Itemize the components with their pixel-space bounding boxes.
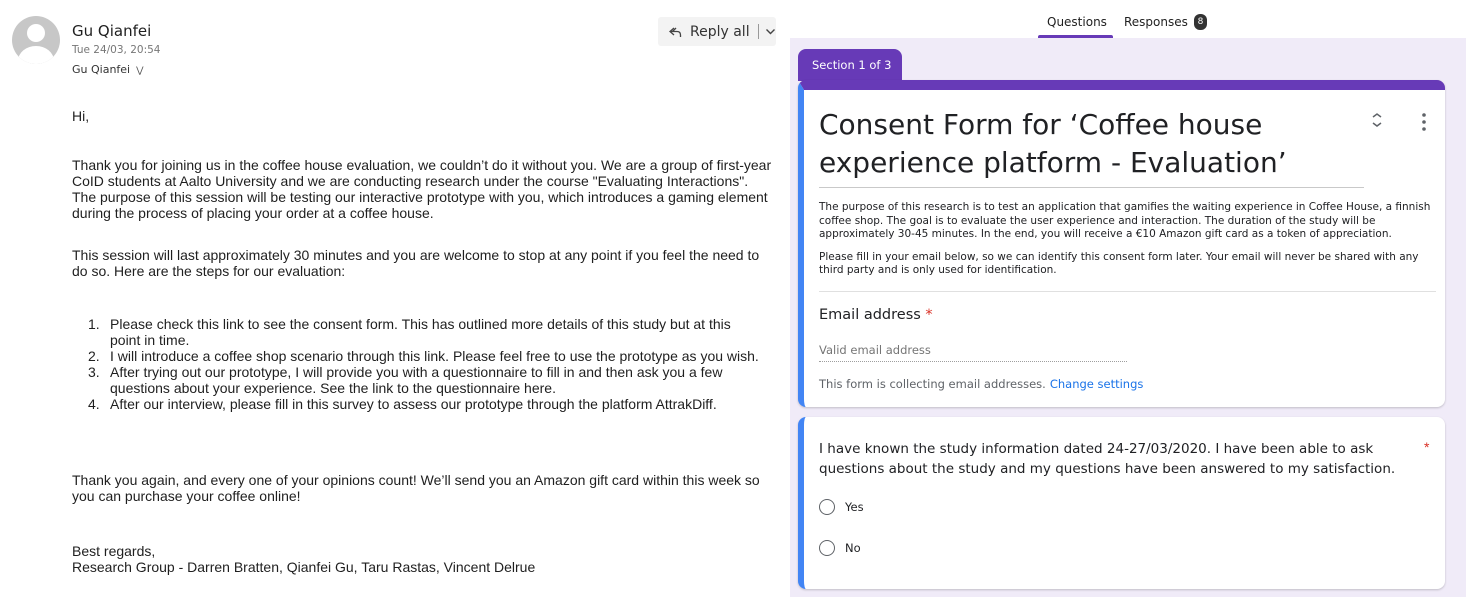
form-header-card[interactable]: Consent Form for ‘Coffee house experienc… (798, 80, 1445, 407)
description-purpose: The purpose of this research is to test … (819, 201, 1431, 240)
question-title[interactable]: I have known the study information dated… (819, 439, 1399, 479)
radio-button[interactable] (819, 499, 835, 515)
question-card[interactable]: I have known the study information dated… (798, 417, 1445, 589)
form-title[interactable]: Consent Form for ‘Coffee house experienc… (819, 106, 1359, 182)
required-mark: * (925, 307, 933, 323)
email-field-label: Email address * (819, 307, 933, 323)
thanks-paragraph: Thank you again, and every one of your o… (72, 472, 760, 504)
option-label: Yes (845, 500, 864, 514)
sent-date: Tue 24/03, 20:54 (72, 44, 161, 56)
option-label: No (845, 541, 861, 555)
greeting: Hi, (72, 108, 90, 124)
email-pane: Gu Qianfei Tue 24/03, 20:54 Gu Qianfei ⋁ … (0, 0, 790, 597)
more-options-icon[interactable] (1421, 112, 1427, 132)
avatar-head (27, 24, 45, 42)
form-description[interactable]: The purpose of this research is to test … (819, 201, 1439, 278)
sender-name[interactable]: Gu Qianfei (72, 22, 151, 40)
list-item: 4. After our interview, please fill in th… (88, 396, 717, 412)
collecting-emails-note: This form is collecting email addresses.… (819, 377, 1144, 391)
signature: Research Group - Darren Bratten, Qianfei… (72, 559, 536, 575)
duration-paragraph: This session will last approximately 30 … (72, 247, 760, 279)
intro-paragraph: Thank you for joining us in the coffee h… (72, 157, 772, 221)
radio-button[interactable] (819, 540, 835, 556)
question-required-mark: * (1424, 439, 1430, 455)
list-item: 2. I will introduce a coffee shop scenari… (88, 348, 759, 364)
signoff: Best regards, (72, 543, 156, 559)
button-divider (757, 24, 759, 39)
reply-all-button[interactable]: Reply all (658, 17, 776, 46)
form-tabs-bar: Questions Responses 8 (790, 0, 1466, 38)
section-label: Section 1 of 3 (798, 49, 902, 81)
title-underline (819, 187, 1364, 188)
survey-link[interactable]: this survey (307, 396, 374, 412)
recipient-name: Gu Qianfei (72, 63, 131, 76)
option-yes[interactable]: Yes (819, 499, 864, 515)
change-settings-link[interactable]: Change settings (1050, 377, 1144, 391)
reply-all-label: Reply all (690, 23, 750, 40)
list-item: 3. After trying out our prototype, I will… (88, 364, 723, 396)
email-field[interactable] (819, 338, 1127, 362)
consent-form-link[interactable]: this link (197, 316, 244, 332)
chevron-down-icon[interactable] (765, 26, 776, 37)
collapse-section-icon[interactable] (1371, 112, 1383, 128)
reply-all-icon (669, 27, 682, 37)
tab-responses[interactable]: Responses (1124, 15, 1188, 29)
description-divider (819, 291, 1436, 292)
form-editor-pane: Questions Responses 8 Section 1 of 3 Con… (790, 0, 1466, 597)
prototype-link[interactable]: through this link (347, 348, 445, 364)
active-tab-indicator (1038, 35, 1113, 38)
recipient-line[interactable]: Gu Qianfei ⋁ (72, 63, 144, 76)
description-email-note: Please fill in your email below, so we c… (819, 250, 1419, 277)
responses-count-badge: 8 (1194, 14, 1207, 30)
questionnaire-link[interactable]: the link to the questionnaire (349, 380, 520, 396)
expand-recipients-icon[interactable]: ⋁ (136, 66, 143, 76)
option-no[interactable]: No (819, 540, 861, 556)
avatar-shoulders (18, 46, 54, 64)
tab-questions[interactable]: Questions (1047, 15, 1107, 29)
evaluation-steps: 1. Please check this link to see the cons… (88, 316, 760, 412)
avatar[interactable] (12, 16, 60, 64)
list-item: 1. Please check this link to see the cons… (88, 316, 731, 348)
